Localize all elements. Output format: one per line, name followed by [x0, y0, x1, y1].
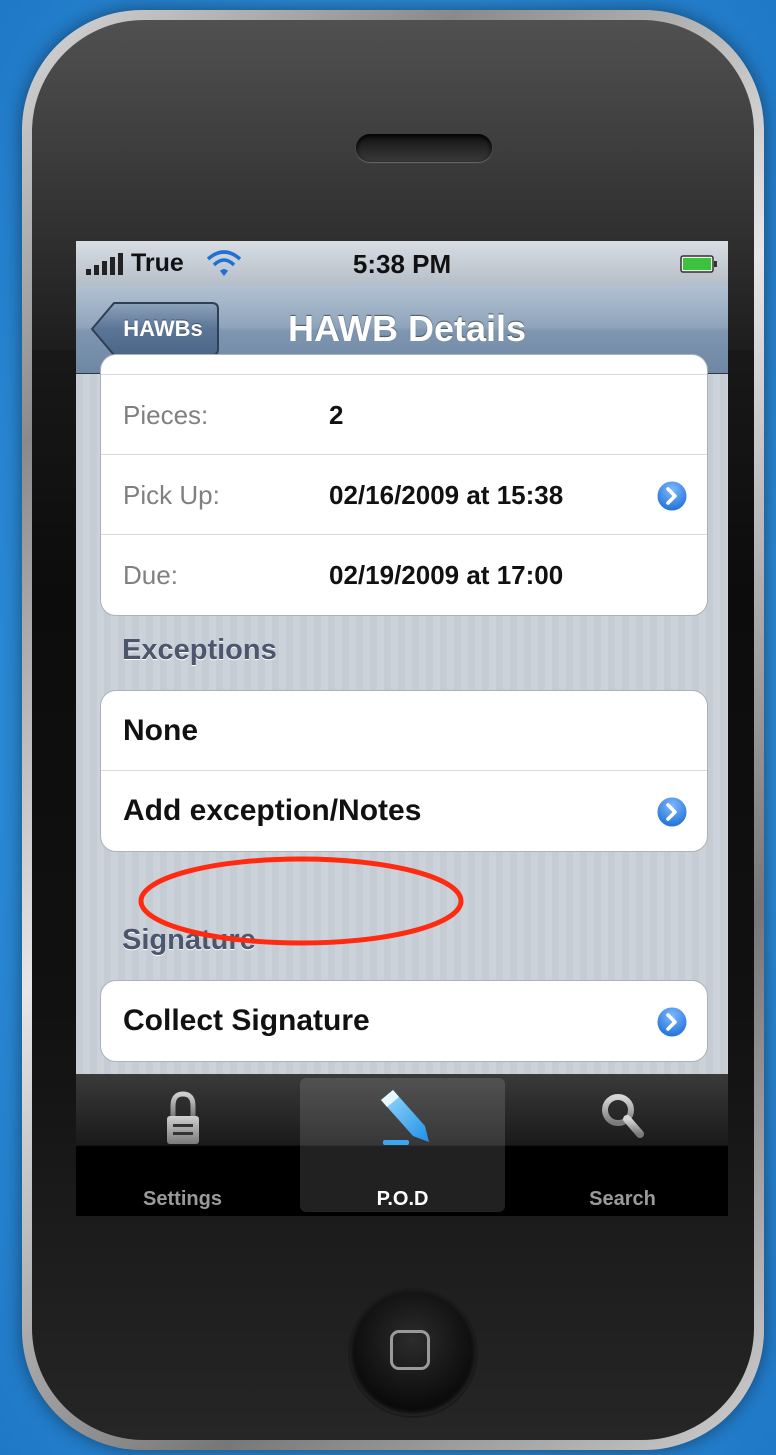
detail-row-due: Due: 02/19/2009 at 17:00 — [101, 535, 707, 615]
magnifier-icon — [601, 1094, 644, 1138]
disclosure-chevron-icon[interactable] — [655, 479, 689, 513]
detail-value: 2 — [329, 400, 344, 430]
pen-icon — [380, 1090, 429, 1145]
tab-pod[interactable]: P.O.D — [300, 1078, 505, 1212]
back-button-label: HAWBs — [123, 316, 203, 341]
tab-label: P.O.D — [376, 1188, 429, 1210]
exceptions-header: Exceptions — [122, 634, 277, 666]
signature-group: Collect Signature — [100, 980, 708, 1062]
tab-label: Settings — [143, 1188, 222, 1210]
tab-icon-wrapper — [300, 1086, 505, 1152]
detail-row-pieces: Pieces: 2 — [101, 375, 707, 455]
exception-row-none: None — [101, 691, 707, 771]
status-bar: True 5:38 PM — [76, 241, 728, 286]
hawb-details-group: Pieces: 2 Pick Up: 02/16/2009 at 15:38 D… — [100, 354, 708, 616]
exception-none-label: None — [123, 714, 198, 747]
signature-header: Signature — [122, 924, 256, 956]
detail-label: Due: — [123, 560, 178, 590]
screen: True 5:38 PM HAWBs HAWB Details Pieces: … — [76, 241, 728, 1216]
detail-value: 02/19/2009 at 17:00 — [329, 560, 564, 590]
home-square-icon — [390, 1330, 430, 1370]
collect-signature-row[interactable]: Collect Signature — [101, 981, 707, 1061]
back-button-hawbs[interactable]: HAWBs — [90, 301, 220, 357]
detail-value: 02/16/2009 at 15:38 — [329, 480, 564, 510]
exceptions-group: None Add exception/Notes — [100, 690, 708, 852]
disclosure-chevron-icon[interactable] — [655, 1005, 689, 1039]
tab-icon-wrapper — [520, 1086, 725, 1152]
home-button[interactable] — [350, 1290, 476, 1416]
collect-signature-label: Collect Signature — [123, 1004, 370, 1037]
detail-row-pick-up[interactable]: Pick Up: 02/16/2009 at 15:38 — [101, 455, 707, 535]
disclosure-chevron-icon[interactable] — [655, 795, 689, 829]
earpiece-speaker — [356, 134, 492, 162]
tab-settings[interactable]: Settings — [80, 1078, 285, 1212]
add-exception-row[interactable]: Add exception/Notes — [101, 771, 707, 851]
tab-label: Search — [589, 1188, 656, 1210]
tab-bar: Settings P.O.D Search — [76, 1074, 728, 1216]
group-top-spacer — [101, 355, 707, 375]
detail-label: Pieces: — [123, 400, 209, 430]
details-content: Pieces: 2 Pick Up: 02/16/2009 at 15:38 D… — [76, 354, 728, 1074]
add-exception-label: Add exception/Notes — [123, 794, 422, 827]
lock-icon — [166, 1091, 199, 1144]
battery-icon — [680, 255, 717, 273]
tab-icon-wrapper — [80, 1086, 285, 1152]
detail-label: Pick Up: — [123, 480, 220, 510]
tab-search[interactable]: Search — [520, 1078, 725, 1212]
status-time: 5:38 PM — [352, 249, 452, 279]
